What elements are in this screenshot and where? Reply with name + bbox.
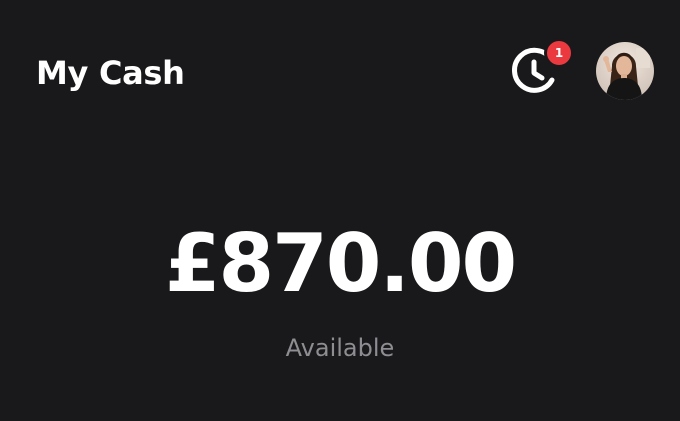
notification-badge: 1 xyxy=(544,38,574,68)
balance-available-label: Available xyxy=(285,334,395,362)
avatar[interactable] xyxy=(596,42,654,100)
page-title: My Cash xyxy=(36,54,185,92)
activity-button[interactable]: 1 xyxy=(508,38,574,98)
profile-avatar-image xyxy=(596,42,654,100)
balance-amount: £870.00 xyxy=(164,217,517,310)
